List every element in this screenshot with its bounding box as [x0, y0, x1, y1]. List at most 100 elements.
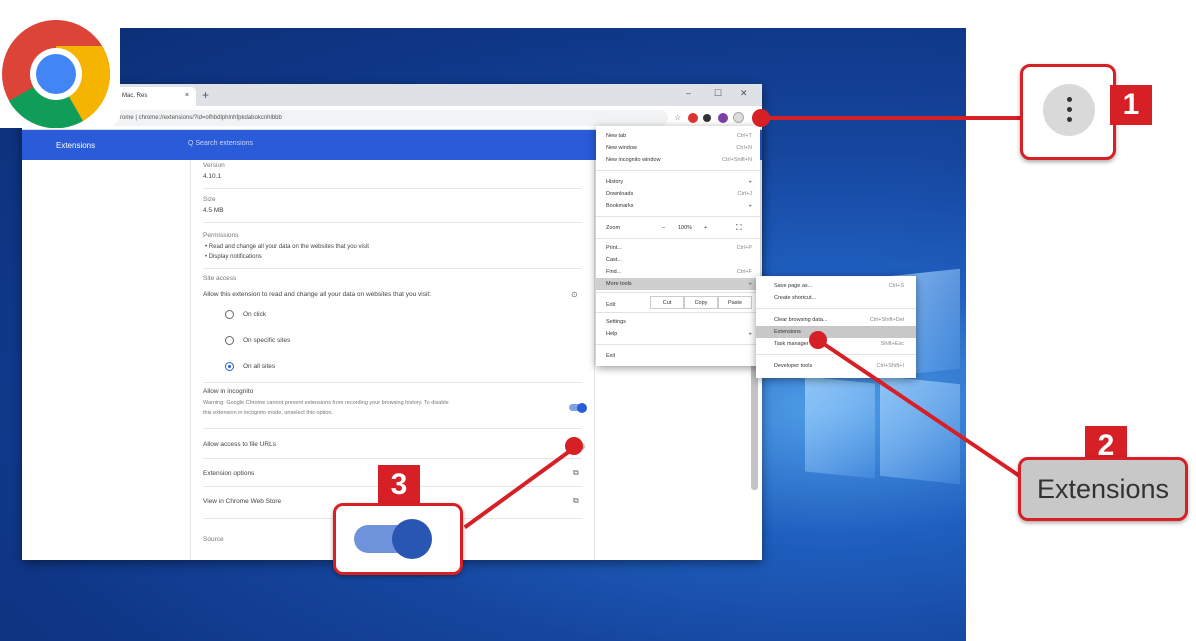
- tab-title: Mac. Res: [122, 93, 148, 99]
- help-icon[interactable]: ⊙: [571, 290, 578, 299]
- tab-close-icon[interactable]: ×: [185, 92, 189, 99]
- chrome-logo-badge: [0, 6, 120, 129]
- chrome-logo-icon: [2, 20, 111, 129]
- fullscreen-icon[interactable]: ⛶: [736, 223, 742, 233]
- menu-shortcut: Ctrl+T: [736, 133, 752, 139]
- submenu-item-extensions[interactable]: Extensions: [756, 326, 916, 338]
- menu-item-new-tab[interactable]: New tab Ctrl+T: [596, 130, 760, 142]
- radio-on-click[interactable]: [225, 310, 234, 319]
- menu-shortcut: Ctrl+F: [736, 269, 752, 275]
- external-link-icon[interactable]: ⧉: [573, 496, 579, 506]
- divider: [203, 382, 582, 383]
- file-urls-label: Allow access to file URLs: [203, 441, 276, 448]
- menu-shortcut: Ctrl+P: [736, 245, 752, 251]
- menu-label: Create shortcut...: [774, 295, 817, 301]
- menu-label: Find...: [606, 269, 622, 275]
- zoom-in-button[interactable]: +: [704, 225, 707, 231]
- three-dots-icon: [1043, 84, 1095, 136]
- option-on-all-sites: On all sites: [243, 363, 276, 370]
- radio-on-all-sites[interactable]: [225, 362, 234, 371]
- menu-item-settings[interactable]: Settings: [596, 316, 760, 328]
- menu-item-more-tools[interactable]: More tools ▸: [596, 278, 760, 290]
- cut-button[interactable]: Cut: [650, 296, 684, 309]
- maximize-button[interactable]: ☐: [714, 88, 722, 99]
- menu-shortcut: Ctrl+Shift+Del: [869, 317, 904, 323]
- copy-button[interactable]: Copy: [684, 296, 718, 309]
- menu-item-print[interactable]: Print... Ctrl+P: [596, 242, 760, 254]
- menu-edit-label: Edit: [606, 302, 616, 308]
- menu-label: Settings: [606, 319, 626, 325]
- zoom-out-button[interactable]: –: [662, 225, 665, 231]
- submenu-item-dev-tools[interactable]: Developer tools Ctrl+Shift+I: [756, 360, 916, 372]
- source-label: Source: [203, 536, 224, 543]
- paste-button[interactable]: Paste: [718, 296, 752, 309]
- menu-separator: [596, 344, 760, 345]
- extensions-callout-label: Extensions: [1036, 474, 1170, 504]
- minimize-button[interactable]: –: [686, 88, 691, 98]
- menu-shortcut: Shift+Esc: [880, 341, 904, 347]
- chevron-right-icon: ▸: [749, 203, 752, 209]
- star-icon[interactable]: ☆: [674, 113, 681, 122]
- chevron-right-icon: ▸: [749, 281, 752, 287]
- divider: [203, 458, 582, 459]
- version-label: Version: [203, 162, 225, 169]
- callout-line: [760, 116, 1022, 120]
- menu-item-history[interactable]: History ▸: [596, 176, 760, 188]
- incognito-toggle[interactable]: [569, 402, 587, 413]
- menu-label: Cast...: [606, 257, 622, 263]
- new-tab-button[interactable]: +: [202, 88, 209, 102]
- three-dots-icon[interactable]: [733, 112, 744, 123]
- permissions-label: Permissions: [203, 232, 239, 239]
- extension-icon[interactable]: [718, 113, 728, 123]
- permission-item: • Display notifications: [205, 254, 262, 260]
- menu-item-new-window[interactable]: New window Ctrl+N: [596, 142, 760, 154]
- menu-item-new-incognito[interactable]: New incognito window Ctrl+Shift+N: [596, 154, 760, 166]
- close-window-button[interactable]: ✕: [740, 88, 748, 99]
- menu-label: Help: [606, 331, 618, 337]
- menu-label: Zoom: [606, 225, 621, 231]
- menu-label: Bookmarks: [606, 203, 634, 209]
- submenu-item-create-shortcut[interactable]: Create shortcut...: [756, 292, 916, 304]
- menu-item-help[interactable]: Help ▸: [596, 328, 760, 340]
- menu-label: New incognito window: [606, 157, 661, 163]
- menu-item-bookmarks[interactable]: Bookmarks ▸: [596, 200, 760, 212]
- chrome-menu: New tab Ctrl+T New window Ctrl+N New incog…: [596, 126, 760, 366]
- submenu-item-save-page[interactable]: Save page as... Ctrl+S: [756, 280, 916, 292]
- menu-item-cast[interactable]: Cast...: [596, 254, 760, 266]
- submenu-item-task-manager[interactable]: Task manager Shift+Esc: [756, 338, 916, 350]
- menu-separator: [596, 238, 760, 239]
- step-number: 3: [378, 465, 420, 505]
- site-access-label: Site access: [203, 275, 237, 282]
- extensions-title: Extensions: [56, 141, 96, 150]
- submenu-item-clear-browsing[interactable]: Clear browsing data... Ctrl+Shift+Del: [756, 314, 916, 326]
- divider: [203, 268, 582, 269]
- toggle-knob-large: [392, 519, 432, 559]
- menu-label: History: [606, 179, 624, 185]
- menu-label: More tools: [606, 281, 632, 287]
- extension-icon[interactable]: [703, 114, 711, 122]
- external-link-icon[interactable]: ⧉: [573, 468, 579, 478]
- menu-shortcut: Ctrl+N: [736, 145, 752, 151]
- menu-item-find[interactable]: Find... Ctrl+F: [596, 266, 760, 278]
- callout-toggle: [333, 503, 463, 575]
- chevron-right-icon: ▸: [749, 331, 752, 337]
- menu-item-exit[interactable]: Exit: [596, 350, 760, 362]
- menu-shortcut: Ctrl+Shift+N: [722, 157, 752, 163]
- menu-label: Exit: [606, 353, 616, 359]
- address-bar[interactable]: rome | chrome://extensions/?id=ofhbdlphl…: [108, 110, 668, 126]
- web-store-link[interactable]: View in Chrome Web Store: [203, 498, 281, 505]
- menu-separator: [596, 170, 760, 171]
- menu-item-downloads[interactable]: Downloads Ctrl+J: [596, 188, 760, 200]
- menu-separator: [596, 216, 760, 217]
- size-value: 4.5 MB: [203, 207, 224, 214]
- chevron-right-icon: ▸: [749, 179, 752, 185]
- radio-on-specific-sites[interactable]: [225, 336, 234, 345]
- option-on-specific-sites: On specific sites: [243, 337, 291, 344]
- browser-tab[interactable]: Mac. Res ×: [114, 87, 196, 106]
- menu-label: Downloads: [606, 191, 634, 197]
- search-extensions-input[interactable]: Q Search extensions: [188, 140, 253, 147]
- size-label: Size: [203, 196, 216, 203]
- extension-options-link[interactable]: Extension options: [203, 470, 254, 477]
- extension-icon[interactable]: [688, 113, 698, 123]
- menu-item-zoom: Zoom – 100% + ⛶: [596, 222, 760, 234]
